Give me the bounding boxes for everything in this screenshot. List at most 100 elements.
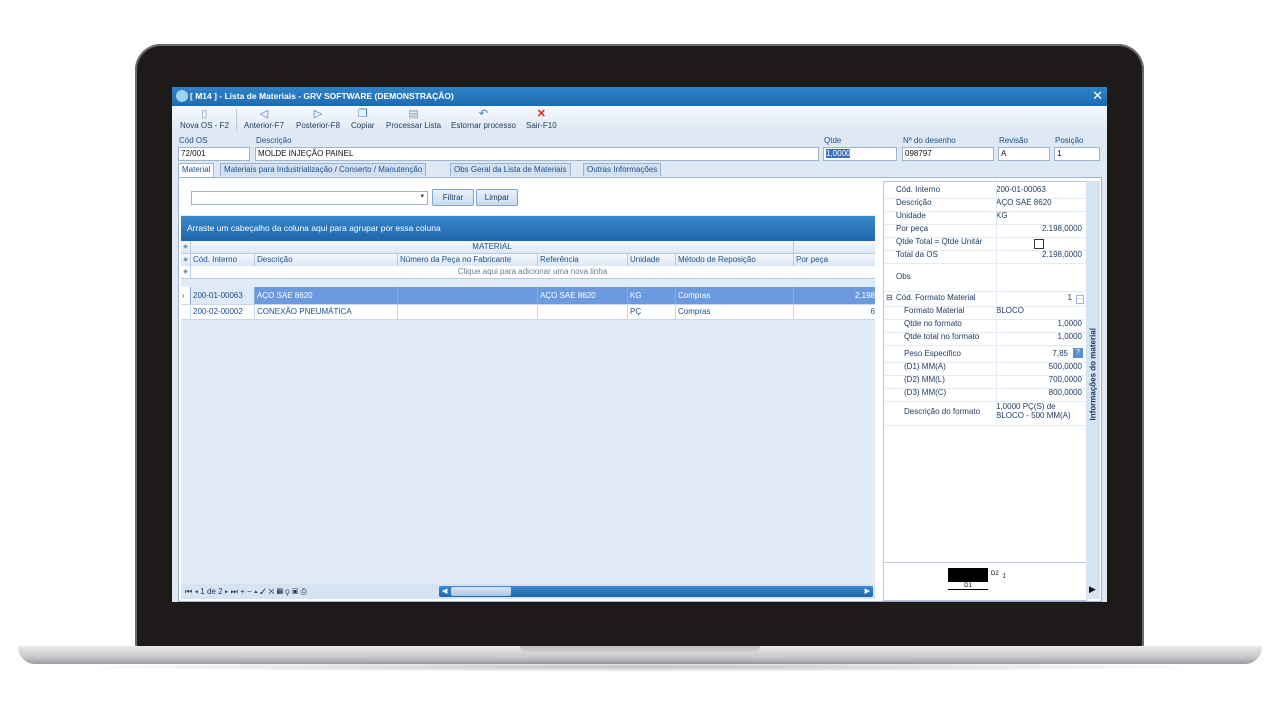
tab-content: ▾ Filtrar Limpar Arraste um cabeçalho da… [178, 177, 1102, 602]
cell-numero-peca[interactable] [397, 305, 537, 319]
cell-cod-interno[interactable]: 200-01-00063 [190, 287, 254, 304]
new-row-hint: Clique aqui para adicionar uma nova linh… [457, 267, 608, 276]
ellipsis-button[interactable]: ··· [1076, 295, 1084, 304]
tab-obs-geral[interactable]: Obs Geral da Lista de Materiais [450, 163, 571, 176]
new-document-icon: ▯ [201, 108, 208, 120]
side-panel-toggle[interactable]: Informações do material ▶ [1086, 181, 1100, 599]
table-row[interactable]: › 200-01-00063 AÇO SAE 8620 AÇO SAE 8620… [181, 287, 875, 305]
group-by-panel[interactable]: Arraste um cabeçalho da coluna aqui para… [181, 216, 875, 241]
app-logo-icon [176, 90, 188, 102]
col-cod-interno[interactable]: Cód. Interno [190, 254, 254, 266]
prop-formato-material: Formato Material BLOCO [884, 306, 1086, 320]
posicao-label: Posição [1055, 136, 1084, 145]
search-icon[interactable]: ⚲ [285, 587, 289, 596]
property-divider [996, 182, 997, 425]
side-panel-title: Informações do material [1088, 328, 1098, 421]
tab-industrializacao[interactable]: Materiais para Industrialização / Conser… [220, 163, 427, 176]
col-por-peca[interactable]: Por peça [793, 254, 875, 266]
cell-cod-interno[interactable]: 200-02-00002 [190, 305, 254, 319]
add-record-icon[interactable]: + [240, 587, 245, 596]
next-record-icon[interactable]: ▸ [225, 587, 229, 596]
prop-qtde-total-formato: Qtde total no formato 1,0000 [884, 332, 1086, 346]
nova-os-button[interactable]: ▯ Nova OS - F2 [180, 108, 229, 130]
prev-record-icon[interactable]: ◂ [194, 587, 198, 596]
cell-por-peca[interactable]: 2.198 [793, 287, 875, 304]
col-metodo-reposicao[interactable]: Método de Reposição [675, 254, 793, 266]
print-icon[interactable]: ⎙ [300, 587, 306, 596]
bloco-diagram: D2 ↕ D1 [948, 568, 1016, 594]
descricao-field[interactable]: MOLDE INJEÇÃO PAINEL [255, 147, 819, 161]
row-selector-icon: › [181, 287, 190, 304]
table-row[interactable]: 200-02-00002 CONEXÃO PNEUMÁTICA PÇ Compr… [181, 305, 875, 320]
scrollbar-thumb[interactable] [451, 587, 511, 596]
navigator-buttons[interactable]: ⏮ ◂ 1 de 2 ▸ ⏭ + − ▴ ✓ ✕ ▦ ⚲ ▣ ⎙ [185, 584, 307, 599]
filter-icon[interactable]: ▦ [277, 587, 283, 596]
cell-metodo-reposicao[interactable]: Compras [675, 305, 793, 319]
horizontal-scrollbar[interactable]: ◀ ▶ [439, 586, 873, 597]
sair-button[interactable]: ✕ Sair-F10 [526, 108, 557, 130]
new-row[interactable]: ◆ Clique aqui para adicionar uma nova li… [181, 266, 875, 279]
col-referencia[interactable]: Referência [537, 254, 627, 266]
anterior-button[interactable]: ◁ Anterior-F7 [244, 108, 284, 130]
filtrar-button[interactable]: Filtrar [432, 189, 474, 206]
cell-metodo-reposicao[interactable]: Compras [675, 287, 793, 304]
last-record-icon[interactable]: ⏭ [231, 587, 238, 596]
process-icon: ▤ [408, 108, 419, 120]
prop-qtde-formato: Qtde no formato 1,0000 [884, 319, 1086, 333]
edit-record-icon[interactable]: ▴ [254, 587, 258, 596]
scroll-right-icon[interactable]: ▶ [865, 586, 870, 597]
tab-material[interactable]: Material [178, 163, 215, 177]
cell-unidade[interactable]: KG [627, 287, 675, 304]
cell-numero-peca[interactable] [397, 287, 537, 304]
band-header-row: ◆ MATERIAL [181, 241, 875, 254]
collapse-icon[interactable]: ⊟ [886, 293, 893, 302]
prop-d1: (D1) MM(A) 500,0000 [884, 362, 1086, 376]
arrow-left-icon: ◁ [259, 108, 269, 120]
estornar-processo-button[interactable]: ↶ Estornar processo [451, 108, 516, 130]
window-title: [ M14 ] - Lista de Materiais - GRV SOFTW… [190, 91, 454, 101]
cell-por-peca[interactable]: 6 [793, 305, 875, 319]
band-spacer [793, 241, 875, 253]
cell-descricao[interactable]: CONEXÃO PNEUMÁTICA [254, 305, 397, 319]
scroll-left-icon[interactable]: ◀ [442, 586, 447, 597]
col-unidade[interactable]: Unidade [627, 254, 675, 266]
toolbar: ▯ Nova OS - F2 ◁ Anterior-F7 ▷ Posterior-F8… [172, 106, 1107, 134]
col-descricao[interactable]: Descrição [254, 254, 397, 266]
copiar-button[interactable]: ❐ Copiar [351, 108, 375, 130]
filter-combo[interactable]: ▾ [191, 191, 428, 205]
cod-os-label: Cód OS [179, 136, 208, 145]
processar-lista-button[interactable]: ▤ Processar Lista [386, 108, 441, 130]
app-window: [ M14 ] - Lista de Materiais - GRV SOFTW… [172, 87, 1107, 602]
export-icon[interactable]: ▣ [292, 587, 298, 596]
posicao-field[interactable]: 1 [1054, 147, 1100, 161]
material-grid-panel: ▾ Filtrar Limpar Arraste um cabeçalho da… [181, 181, 875, 599]
cell-unidade[interactable]: PÇ [627, 305, 675, 319]
toolbar-separator [236, 109, 237, 131]
window-close-button[interactable]: ✕ [1092, 88, 1103, 104]
first-record-icon[interactable]: ⏮ [185, 587, 192, 596]
delete-record-icon[interactable]: − [247, 587, 252, 596]
prop-unidade: Unidade KG [884, 211, 1086, 225]
cod-os-field[interactable]: 72/001 [178, 147, 250, 161]
prop-total-os: Total da OS 2.198,0000 [884, 250, 1086, 264]
cancel-record-icon[interactable]: ✕ [268, 587, 274, 596]
posterior-button[interactable]: ▷ Posterior-F8 [296, 108, 340, 130]
limpar-button[interactable]: Limpar [476, 189, 518, 206]
qtde-field[interactable]: 1,0000 [823, 147, 897, 161]
help-icon[interactable]: ? [1073, 348, 1083, 358]
cell-descricao[interactable]: AÇO SAE 8620 [254, 287, 397, 304]
cell-referencia[interactable]: AÇO SAE 8620 [537, 287, 627, 304]
tab-outras-informacoes[interactable]: Outras Informações [583, 163, 662, 176]
desenho-field[interactable]: 098797 [902, 147, 994, 161]
col-numero-peca[interactable]: Número da Peça no Fabricante [397, 254, 537, 266]
qtde-total-checkbox[interactable] [1034, 239, 1044, 249]
prop-peso-especifico: Peso Especifico 7,85? [884, 345, 1086, 363]
bloco-shape [948, 568, 988, 582]
expand-arrow-icon[interactable]: ▶ [1089, 584, 1096, 595]
undo-icon: ↶ [478, 108, 489, 120]
post-record-icon[interactable]: ✓ [260, 587, 266, 596]
cell-referencia[interactable] [537, 305, 627, 319]
revisao-field[interactable]: A [998, 147, 1050, 161]
prop-descricao-formato: Descrição do formato 1,0000 PÇ(S) de BLOC… [884, 401, 1086, 426]
grid-navigator: ⏮ ◂ 1 de 2 ▸ ⏭ + − ▴ ✓ ✕ ▦ ⚲ ▣ ⎙ ◀ ▶ [181, 584, 875, 599]
